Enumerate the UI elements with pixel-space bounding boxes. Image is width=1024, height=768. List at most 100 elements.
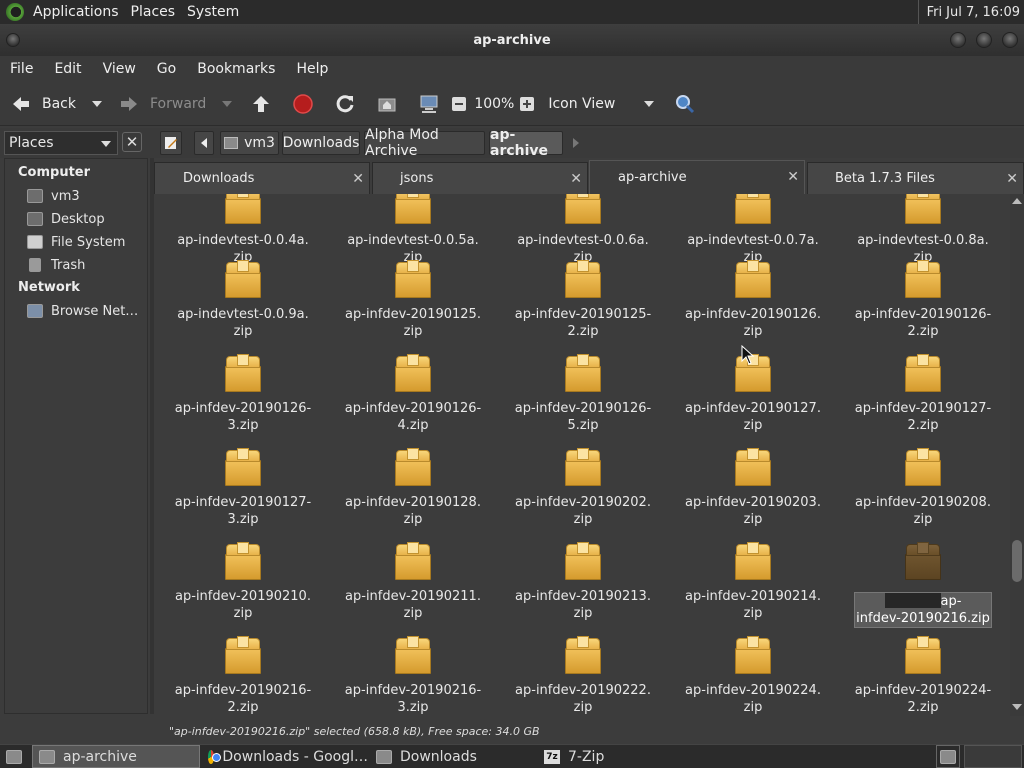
chevron-right-icon[interactable]	[572, 138, 580, 148]
menu-view[interactable]: View	[93, 61, 147, 77]
zip-archive-icon	[565, 542, 601, 580]
close-window-button[interactable]	[1002, 32, 1018, 48]
scrollbar-thumb[interactable]	[1012, 540, 1022, 582]
task-ap-archive[interactable]: ap-archive	[32, 745, 200, 768]
sidebar-item-desktop[interactable]: Desktop	[27, 209, 105, 229]
scroll-up-icon[interactable]	[1012, 198, 1022, 204]
menu-help[interactable]: Help	[286, 61, 339, 77]
file-item[interactable]: ap-infdev-20190211. zip	[328, 542, 498, 636]
back-button[interactable]: Back	[10, 82, 76, 125]
window-menu-icon[interactable]	[6, 33, 20, 47]
file-item[interactable]: ap-infdev-20190224. zip	[668, 636, 838, 716]
file-item[interactable]: ap-infdev-20190126- 5.zip	[498, 354, 668, 448]
close-icon[interactable]: ✕	[570, 171, 582, 187]
search-icon[interactable]	[674, 93, 696, 115]
zoom-in-icon[interactable]	[516, 93, 538, 115]
file-item[interactable]: ap-infdev-20190213. zip	[498, 542, 668, 636]
close-icon[interactable]: ✕	[352, 171, 364, 187]
tab-downloads[interactable]: Downloads ✕	[154, 162, 370, 194]
file-item[interactable]: ap-infdev-20190214. zip	[668, 542, 838, 636]
tab-ap-archive[interactable]: ap-archive ✕	[589, 160, 805, 194]
file-item[interactable]: ap-infdev-20190224- 2.zip	[838, 636, 1008, 716]
tab-beta-173-files[interactable]: Beta 1.7.3 Files ✕	[807, 162, 1024, 194]
menu-bookmarks[interactable]: Bookmarks	[187, 61, 286, 77]
sidebar-item-trash[interactable]: Trash	[27, 255, 85, 275]
distro-logo-icon[interactable]	[6, 3, 24, 21]
window-titlebar[interactable]: ap-archive	[0, 24, 1024, 56]
view-mode-select[interactable]: Icon View	[548, 82, 644, 125]
file-item[interactable]: ap-infdev-20190210. zip	[158, 542, 328, 636]
file-item[interactable]: ap-infdev-20190222. zip	[498, 636, 668, 716]
zoom-out-icon[interactable]	[448, 93, 470, 115]
sidebar-item-vm3[interactable]: vm3	[27, 186, 80, 206]
menu-go[interactable]: Go	[147, 61, 187, 77]
maximize-button[interactable]	[976, 32, 992, 48]
zip-archive-icon	[565, 354, 601, 392]
zoom-level[interactable]: 100%	[474, 82, 514, 125]
close-sidebar-button[interactable]: ✕	[122, 132, 142, 152]
workspace-switcher[interactable]	[936, 745, 960, 768]
file-item[interactable]: ap-infdev-20190202. zip	[498, 448, 668, 542]
file-item[interactable]: ap-indevtest-0.0.9a. zip	[158, 260, 328, 354]
file-item[interactable]: ap-infdev-20190128. zip	[328, 448, 498, 542]
sidebar-item-browse-network[interactable]: Browse Net…	[27, 301, 138, 321]
task-label: ap-archive	[63, 748, 137, 765]
file-item[interactable]: ap-infdev-20190126. zip	[668, 260, 838, 354]
menu-file[interactable]: File	[0, 61, 44, 77]
home-folder-icon[interactable]	[376, 93, 398, 115]
scroll-down-icon[interactable]	[1012, 704, 1022, 710]
vertical-scrollbar[interactable]	[1010, 194, 1024, 716]
path-scroll-left-button[interactable]	[194, 131, 214, 155]
file-item[interactable]: ap-infdev-20190208. zip	[838, 448, 1008, 542]
file-item[interactable]: ap-infdev-20190216.zip	[838, 542, 1008, 636]
file-name: ap-infdev-20190126- 5.zip	[514, 401, 652, 433]
path-segment-vm3[interactable]: vm3	[220, 131, 279, 155]
view-mode-label: Icon View	[548, 95, 616, 112]
file-item[interactable]: ap-infdev-20190126- 3.zip	[158, 354, 328, 448]
close-icon[interactable]: ✕	[1006, 171, 1018, 187]
workspace-empty[interactable]	[964, 745, 1022, 768]
file-item[interactable]: ap-infdev-20190127- 3.zip	[158, 448, 328, 542]
panel-menu-system[interactable]: System	[184, 4, 248, 20]
minimize-button[interactable]	[950, 32, 966, 48]
edit-location-button[interactable]	[160, 131, 182, 155]
tab-jsons[interactable]: jsons ✕	[372, 162, 588, 194]
sidebar-item-label: File System	[51, 234, 126, 250]
panel-menu-applications[interactable]: Applications	[30, 4, 128, 20]
task-chrome-downloads[interactable]: Downloads - Googl…	[202, 745, 368, 768]
file-item[interactable]: ap-infdev-20190216- 2.zip	[158, 636, 328, 716]
up-arrow-icon[interactable]	[250, 93, 272, 115]
zip-archive-icon	[395, 636, 431, 674]
sidebar-type-select[interactable]: Places	[4, 131, 118, 155]
file-icon-view[interactable]: ap-indevtest-0.0.4a. zip ap-indevtest-0.0…	[154, 194, 1010, 716]
task-downloads-folder[interactable]: Downloads	[370, 745, 536, 768]
file-item[interactable]: ap-infdev-20190127- 2.zip	[838, 354, 1008, 448]
forward-button[interactable]: Forward	[118, 82, 206, 125]
file-item[interactable]: ap-infdev-20190216- 3.zip	[328, 636, 498, 716]
file-item[interactable]: ap-infdev-20190125. zip	[328, 260, 498, 354]
file-item[interactable]: ap-infdev-20190203. zip	[668, 448, 838, 542]
show-desktop-button[interactable]	[2, 745, 28, 768]
back-history-dropdown[interactable]	[92, 100, 102, 107]
reload-icon[interactable]	[334, 93, 356, 115]
sidebar-item-file-system[interactable]: File System	[27, 232, 125, 252]
file-item[interactable]: ap-infdev-20190127. zip	[668, 354, 838, 448]
forward-history-dropdown[interactable]	[222, 100, 233, 107]
panel-menu-places[interactable]: Places	[128, 4, 185, 20]
path-segment-alpha-mod-archive[interactable]: Alpha Mod Archive	[364, 127, 485, 159]
file-item[interactable]: ap-infdev-20190125- 2.zip	[498, 260, 668, 354]
computer-icon[interactable]	[418, 93, 440, 115]
back-arrow-icon	[10, 93, 32, 115]
path-segment-ap-archive[interactable]: ap-archive	[489, 127, 563, 159]
path-segment-downloads[interactable]: Downloads	[282, 131, 360, 155]
close-icon[interactable]: ✕	[787, 169, 799, 185]
task-7zip[interactable]: 7z 7-Zip	[538, 745, 704, 768]
panel-clock[interactable]: Fri Jul 7, 16:09	[917, 0, 1024, 24]
menu-edit[interactable]: Edit	[44, 61, 92, 77]
view-mode-dropdown-icon[interactable]	[644, 100, 655, 107]
file-item[interactable]: ap-infdev-20190126- 2.zip	[838, 260, 1008, 354]
stop-icon[interactable]	[292, 93, 314, 115]
zip-archive-icon	[565, 260, 601, 298]
file-item[interactable]: ap-infdev-20190126- 4.zip	[328, 354, 498, 448]
pencil-icon	[165, 137, 177, 149]
